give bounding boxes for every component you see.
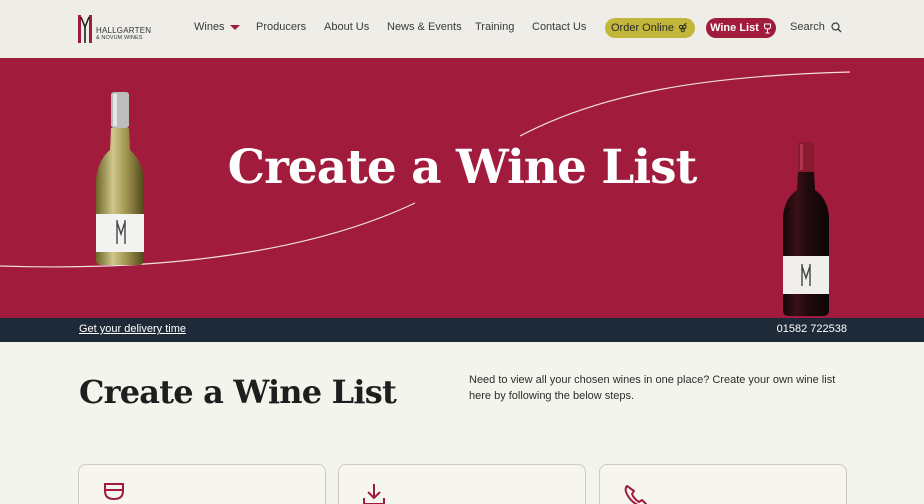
nav-item-training[interactable]: Training — [475, 21, 514, 33]
grapes-icon — [678, 22, 687, 32]
phone-number[interactable]: 01582 722538 — [777, 323, 847, 335]
step-card-1 — [78, 464, 326, 504]
nav-item-news-events[interactable]: News & Events — [387, 21, 462, 33]
order-online-label: Order Online — [611, 22, 674, 34]
wine-glass-icon — [104, 483, 124, 501]
intro-text: Need to view all your chosen wines in on… — [469, 374, 836, 402]
site-logo[interactable]: HALLGARTEN & NOVUM WINES — [77, 13, 151, 45]
phone-icon — [624, 485, 647, 504]
step-card-2 — [338, 464, 586, 504]
site-header: HALLGARTEN & NOVUM WINES Wines Producers… — [0, 0, 924, 58]
hero-banner: Create a Wine List — [0, 58, 924, 318]
page-title: Create a Wine List — [79, 373, 397, 411]
step-card-3 — [599, 464, 847, 504]
search-icon — [831, 21, 842, 32]
search-link[interactable]: Search — [790, 21, 842, 33]
wine-list-label: Wine List — [710, 22, 759, 34]
download-icon — [363, 484, 385, 504]
nav-item-contact[interactable]: Contact Us — [532, 21, 586, 33]
nav-item-wines[interactable]: Wines — [194, 21, 240, 33]
wine-glass-icon — [763, 23, 771, 33]
logo-mark-icon — [78, 15, 92, 43]
logo-wordmark: HALLGARTEN & NOVUM WINES — [96, 26, 151, 42]
wine-list-button[interactable]: Wine List — [706, 18, 776, 38]
nav-item-producers[interactable]: Producers — [256, 21, 306, 33]
order-online-button[interactable]: Order Online — [605, 18, 695, 38]
nav-item-about[interactable]: About Us — [324, 21, 369, 33]
delivery-bar: Get your delivery time 01582 722538 — [0, 318, 924, 342]
chevron-down-icon — [229, 25, 240, 30]
logo-line-2: & NOVUM WINES — [96, 35, 143, 41]
delivery-time-link[interactable]: Get your delivery time — [79, 323, 186, 335]
hero-title: Create a Wine List — [227, 140, 698, 195]
logo-line-1: HALLGARTEN — [96, 26, 152, 35]
search-label: Search — [790, 21, 825, 33]
nav-wines-label: Wines — [194, 21, 225, 33]
